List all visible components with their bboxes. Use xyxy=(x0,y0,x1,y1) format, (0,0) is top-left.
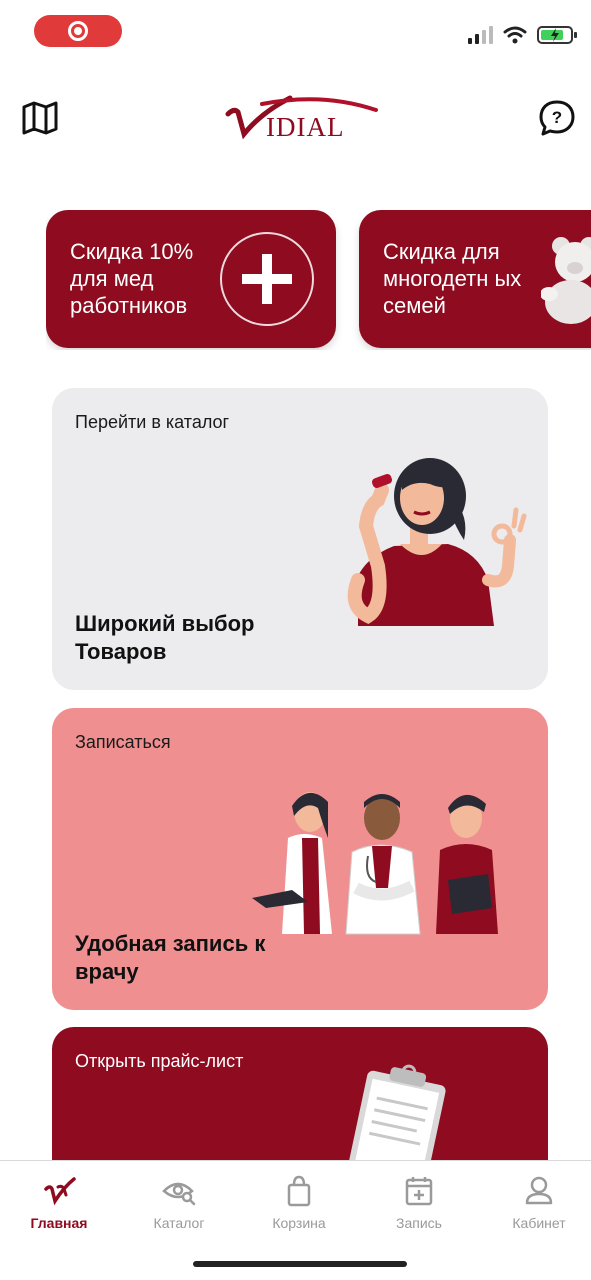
card-label: Перейти в каталог xyxy=(75,412,230,432)
battery-charging-icon xyxy=(537,26,577,44)
vidial-logo: IDIAL xyxy=(222,90,382,150)
promo-card-medical-discount[interactable]: Скидка 10% для мед работников xyxy=(46,210,336,348)
nav-label: Корзина xyxy=(272,1215,326,1231)
doctors-illustration xyxy=(252,792,498,935)
wifi-icon xyxy=(503,26,527,44)
status-bar xyxy=(0,0,591,62)
nav-label: Кабинет xyxy=(512,1215,566,1231)
record-icon xyxy=(68,21,88,41)
nav-label: Каталог xyxy=(153,1215,205,1231)
nav-item-cart[interactable]: Корзина xyxy=(240,1171,358,1231)
map-icon[interactable] xyxy=(20,98,60,138)
card-label: Записаться xyxy=(75,732,171,752)
medical-cross-icon xyxy=(220,232,314,326)
app-header: IDIAL ? xyxy=(0,80,591,156)
cellular-signal-icon xyxy=(468,26,493,44)
woman-lipstick-illustration xyxy=(347,458,527,626)
app-screen: IDIAL ? Скидка 10% для мед работников Ск… xyxy=(0,0,591,1280)
status-icons xyxy=(468,22,577,48)
booking-card[interactable]: Записаться Удобная запись к врачу xyxy=(52,708,548,1010)
nav-item-booking[interactable]: Запись xyxy=(360,1171,478,1231)
promo-text: Скидка для многодетн ых семей xyxy=(383,239,522,318)
user-icon xyxy=(525,1176,553,1205)
teddy-bear-icon xyxy=(541,237,591,324)
calendar-plus-icon xyxy=(405,1177,433,1206)
promo-carousel[interactable]: Скидка 10% для мед работников Скидка для… xyxy=(46,210,591,350)
nav-label: Главная xyxy=(30,1215,88,1231)
eye-search-icon xyxy=(162,1182,196,1206)
shopping-bag-icon xyxy=(287,1175,311,1207)
catalog-card[interactable]: Перейти в каталог Широкий выбор Товаров xyxy=(52,388,548,690)
nav-item-catalog[interactable]: Каталог xyxy=(120,1171,238,1231)
promo-card-family-discount[interactable]: Скидка для многодетн ых семей xyxy=(359,210,591,348)
logo-text: IDIAL xyxy=(266,112,345,142)
help-icon[interactable]: ? xyxy=(537,98,577,138)
nav-item-home[interactable]: Главная xyxy=(0,1171,118,1231)
card-label: Открыть прайс-лист xyxy=(75,1051,244,1071)
screen-record-indicator[interactable] xyxy=(34,15,122,47)
card-title: Широкий выбор Товаров xyxy=(75,611,255,664)
card-title: Удобная запись к врачу xyxy=(75,931,266,984)
home-indicator[interactable] xyxy=(193,1261,407,1267)
svg-text:?: ? xyxy=(552,108,562,127)
promo-text: Скидка 10% для мед работников xyxy=(70,239,194,318)
nav-item-account[interactable]: Кабинет xyxy=(480,1171,591,1231)
vidial-logo-icon xyxy=(44,1177,76,1206)
nav-label: Запись xyxy=(396,1215,442,1231)
